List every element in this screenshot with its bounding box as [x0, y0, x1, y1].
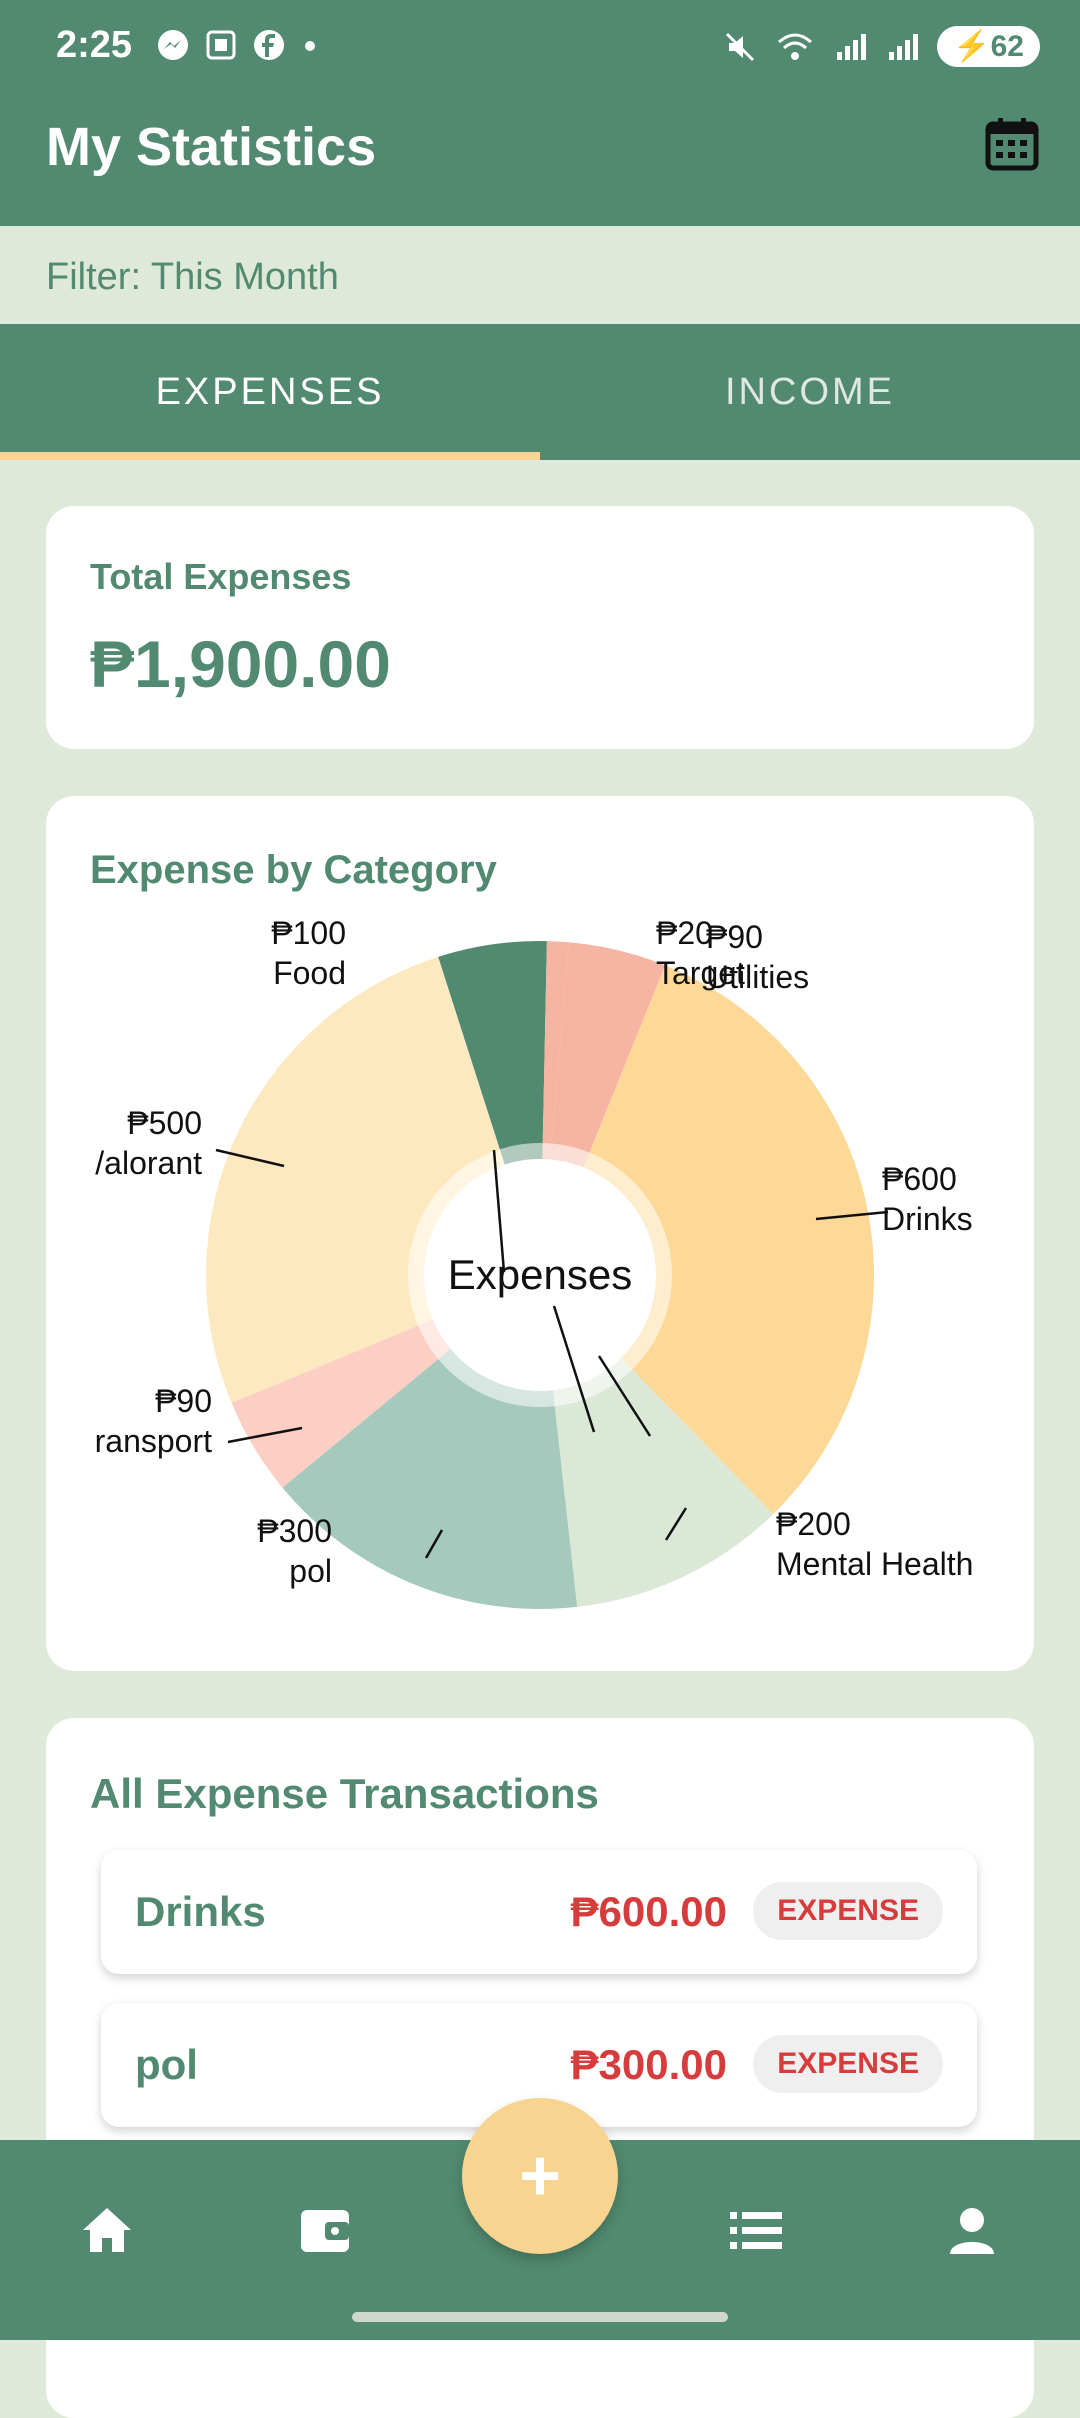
- slice-value-label: ₱600: [882, 1161, 957, 1197]
- mute-icon: [726, 32, 755, 61]
- status-bar: 2:25 ⚡62: [0, 0, 1080, 100]
- page-title: My Statistics: [46, 117, 377, 177]
- transaction-type-badge: EXPENSE: [753, 2035, 943, 2093]
- slice-value-label: ₱200: [776, 1506, 851, 1542]
- facebook-icon: [254, 30, 284, 60]
- expense-category-card: Expense by Category Expenses ₱100 Food ₱20 T…: [46, 796, 1034, 1671]
- add-icon: +: [518, 2136, 562, 2216]
- profile-icon[interactable]: [942, 2200, 1002, 2260]
- tab-expenses[interactable]: EXPENSES: [0, 324, 540, 460]
- total-expenses-title: Total Expenses: [90, 556, 352, 597]
- status-right-icons: ⚡62: [723, 26, 1040, 67]
- add-button[interactable]: +: [462, 2098, 618, 2254]
- slice-category-label: Drinks: [882, 1201, 973, 1237]
- list-icon[interactable]: [726, 2200, 786, 2260]
- tab-bar: EXPENSES INCOME: [0, 324, 1080, 460]
- calendar-icon[interactable]: [982, 114, 1042, 174]
- battery-level: 62: [990, 30, 1024, 63]
- wallet-icon[interactable]: [295, 2200, 355, 2260]
- scan-icon: [206, 30, 236, 60]
- filter-label: Filter: This Month: [46, 256, 339, 298]
- slice-category-label: Utilities: [706, 959, 809, 995]
- transaction-amount: ₱600.00: [570, 1888, 727, 1935]
- home-icon[interactable]: [77, 2200, 137, 2260]
- slice-value-label: ₱90: [706, 919, 763, 955]
- slice-value-label: ₱90: [155, 1383, 212, 1419]
- slice-category-label: /alorant: [95, 1145, 202, 1181]
- status-left-icons: [156, 28, 320, 62]
- wifi-icon: [778, 33, 813, 60]
- dot-icon: [305, 41, 315, 51]
- transaction-type-badge: EXPENSE: [753, 1882, 943, 1940]
- transaction-amount: ₱300.00: [570, 2041, 727, 2088]
- transaction-name: pol: [135, 2041, 198, 2088]
- slice-value-label: ₱500: [127, 1105, 202, 1141]
- total-expenses-amount: ₱1,900.00: [90, 627, 391, 701]
- transaction-item[interactable]: Drinks ₱600.00 EXPENSE: [101, 1850, 977, 1974]
- slice-value-label: ₱20: [656, 915, 713, 951]
- app-bar: My Statistics: [0, 100, 1080, 226]
- slice-category-label: pol: [289, 1553, 332, 1589]
- battery-indicator: ⚡62: [937, 26, 1040, 67]
- tab-indicator: [0, 452, 540, 460]
- signal-icon: [889, 33, 919, 60]
- transaction-name: Drinks: [135, 1888, 266, 1935]
- transactions-title: All Expense Transactions: [90, 1770, 599, 1817]
- slice-category-label: Mental Health: [776, 1546, 973, 1582]
- slice-category-label: Food: [273, 955, 346, 991]
- status-time: 2:25: [56, 24, 133, 66]
- signal-icon: [837, 33, 867, 60]
- expense-pie-chart: Expenses₱100Food₱20Target₱90Utilities₱60…: [95, 915, 973, 1609]
- filter-bar[interactable]: Filter: This Month: [0, 226, 1080, 324]
- chart-center-label: Expenses: [448, 1251, 632, 1298]
- slice-category-label: ransport: [95, 1423, 213, 1459]
- slice-value-label: ₱100: [271, 915, 346, 951]
- total-expenses-card: Total Expenses ₱1,900.00: [46, 506, 1034, 749]
- slice-value-label: ₱300: [257, 1513, 332, 1549]
- tab-income[interactable]: INCOME: [540, 324, 1080, 460]
- messenger-icon: [158, 30, 188, 60]
- home-indicator: [352, 2312, 728, 2322]
